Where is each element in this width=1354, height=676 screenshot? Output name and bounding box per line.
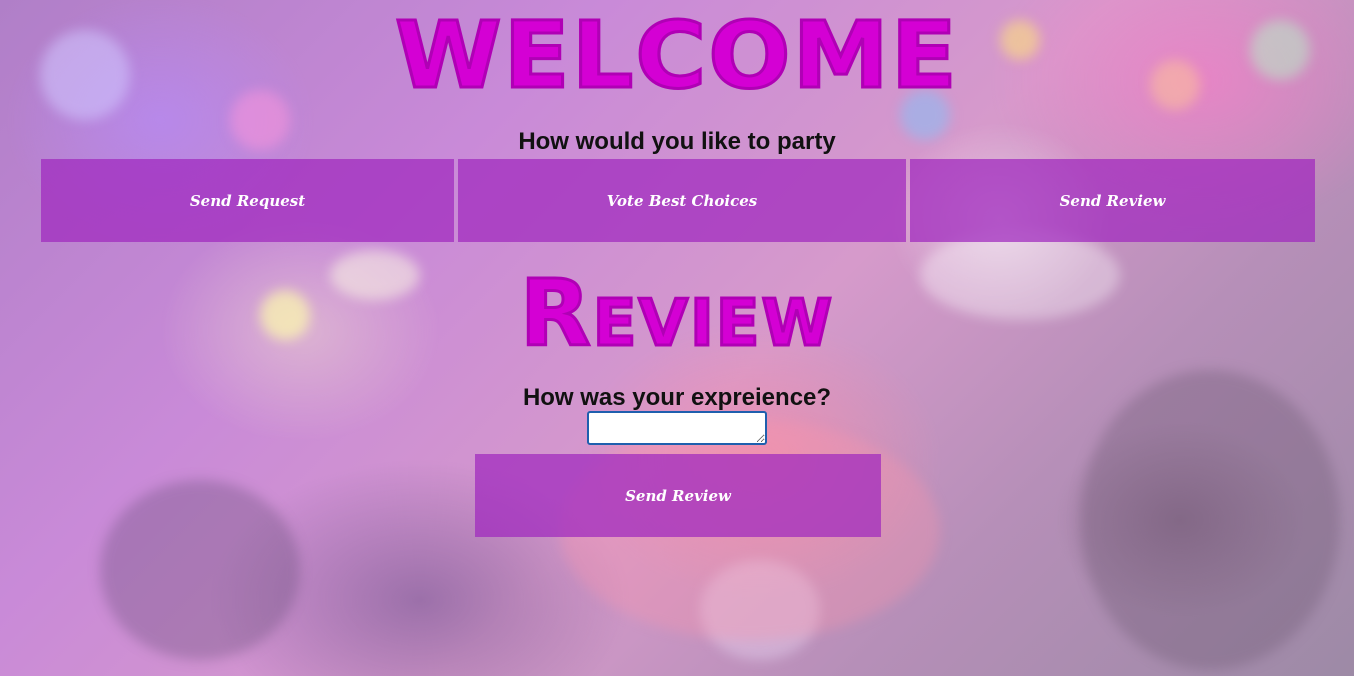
- vote-best-choices-button[interactable]: Vote Best Choices: [458, 159, 906, 242]
- welcome-title: WELCOME: [393, 2, 959, 109]
- party-subtitle: How would you like to party: [518, 128, 836, 155]
- review-title: Review: [518, 260, 835, 367]
- send-request-button[interactable]: Send Request: [41, 159, 454, 242]
- send-review-submit-button[interactable]: Send Review: [475, 454, 881, 537]
- experience-prompt: How was your expreience?: [522, 384, 832, 411]
- review-textarea[interactable]: [587, 411, 767, 445]
- send-review-nav-button[interactable]: Send Review: [910, 159, 1315, 242]
